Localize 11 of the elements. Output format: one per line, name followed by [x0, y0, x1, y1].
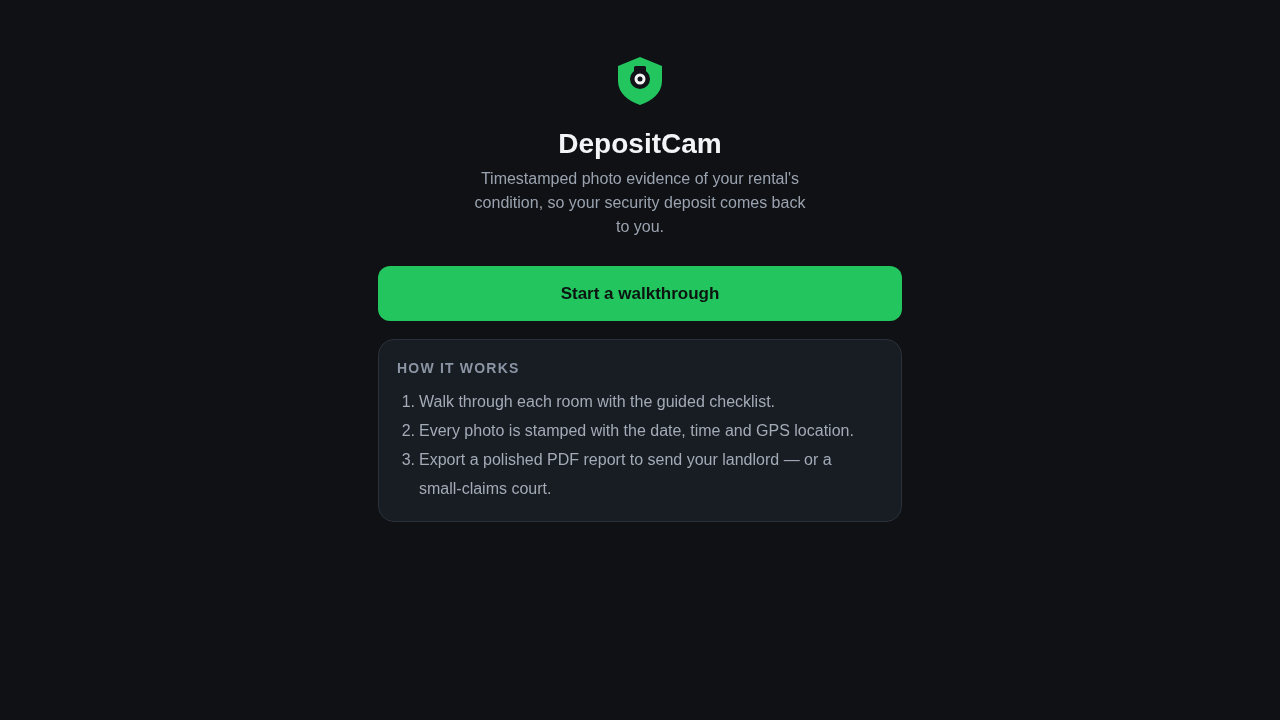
start-walkthrough-button[interactable]: Start a walkthrough — [378, 266, 902, 321]
step-number: 3. — [400, 450, 416, 470]
step-number: 1. — [400, 392, 416, 412]
step-text: Walk through each room with the guided checklist. — [419, 392, 777, 412]
step-text: Every photo is stamped with the date, time and GPS location. — [419, 421, 855, 441]
step-text: Export a polished PDF report to send your landlord — or a small-claims court. — [419, 450, 833, 499]
app-title: DepositCam — [557, 127, 723, 161]
shield-camera-icon — [618, 57, 662, 105]
step-number: 2. — [400, 421, 416, 441]
card-heading: HOW IT WORKS — [397, 359, 521, 377]
app-tagline: Timestamped photo evidence of your rental's condition, so your security deposit comes back to you. — [473, 169, 807, 237]
